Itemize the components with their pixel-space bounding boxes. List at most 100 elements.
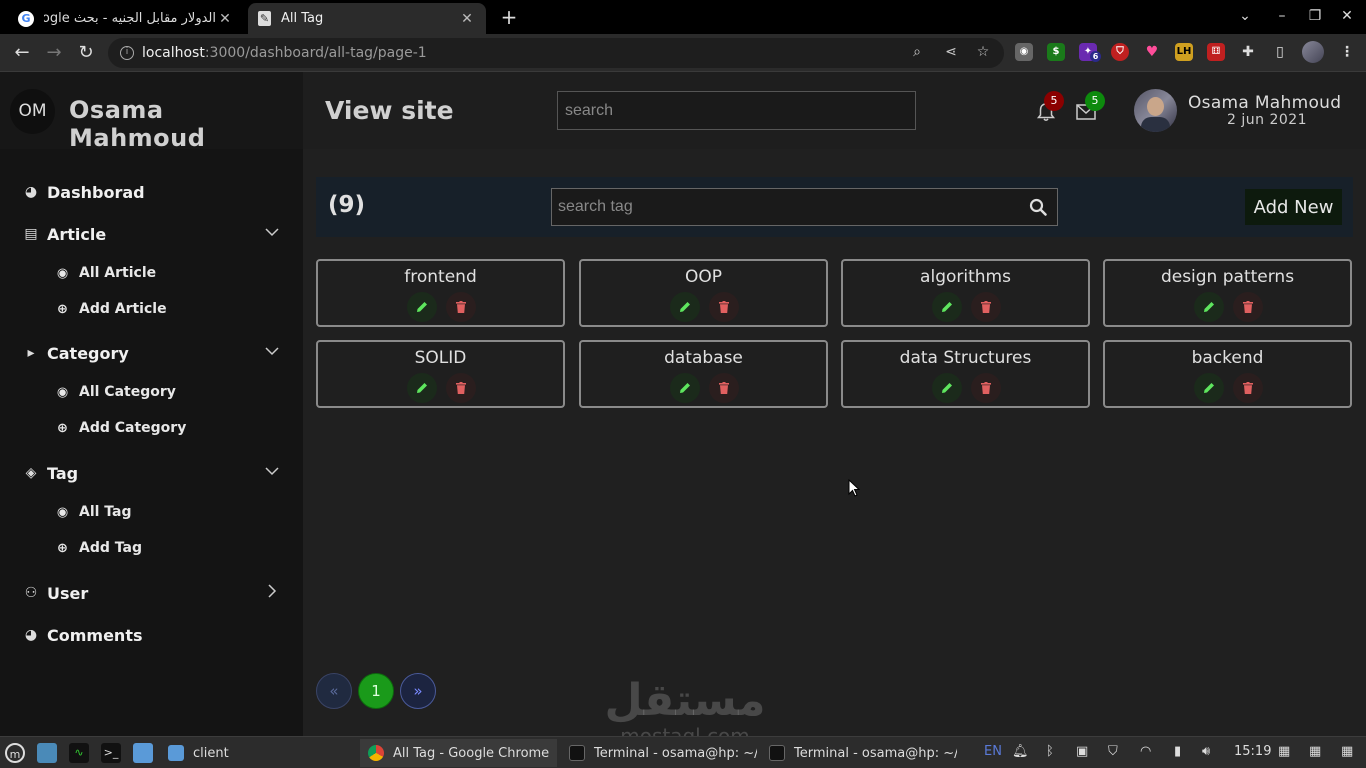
taskbar-task-chrome[interactable]: All Tag - Google Chrome (360, 739, 557, 767)
close-icon[interactable]: ✕ (458, 11, 476, 27)
workspace-grid-icon[interactable]: ▦ (1341, 744, 1353, 759)
delete-tag-button[interactable] (709, 292, 739, 322)
plus-circle-icon: ⊕ (57, 420, 68, 436)
tab-search-icon[interactable]: ⌄ (1235, 8, 1255, 24)
sidebar-item-tag[interactable]: ◈ Tag (22, 459, 292, 487)
sidebar-subitem-add-article[interactable]: ⊕ Add Article (55, 297, 275, 321)
edit-tag-button[interactable] (1194, 373, 1224, 403)
menu-dots-icon[interactable]: ⋮ (1338, 43, 1356, 61)
shield-icon[interactable]: ⛉ (1108, 744, 1118, 759)
delete-tag-button[interactable] (971, 373, 1001, 403)
apps-grid-icon[interactable]: ▦ (1309, 744, 1321, 759)
notification-bell-icon[interactable]: 🔔︎ (1012, 744, 1029, 759)
calendar-icon[interactable]: ▦ (1278, 744, 1290, 759)
battery-icon[interactable]: ▮ (1174, 744, 1181, 759)
delete-tag-button[interactable] (446, 292, 476, 322)
sidebar-item-category[interactable]: ▸ Category (22, 339, 292, 367)
bookmark-star-icon[interactable]: ☆ (974, 44, 992, 62)
camera-extension-icon[interactable]: ◉ (1015, 43, 1033, 61)
tab-all-tag[interactable]: ✎ All Tag ✕ (248, 3, 486, 34)
delete-tag-button[interactable] (709, 373, 739, 403)
mouse-cursor-icon (848, 479, 860, 497)
tag-card: algorithms (841, 259, 1090, 327)
edit-tag-button[interactable] (670, 373, 700, 403)
folder-icon[interactable] (133, 743, 153, 763)
add-new-button[interactable]: Add New (1245, 189, 1342, 225)
taskbar-task-client[interactable]: client (160, 739, 356, 767)
extensions-puzzle-icon[interactable]: ✚ (1239, 43, 1257, 61)
volume-icon[interactable]: 🔊︎ (1202, 744, 1210, 759)
pencil-icon (417, 383, 427, 393)
chrome-icon (368, 745, 384, 761)
minimize-icon[interactable]: – (1272, 8, 1292, 24)
pagination-page-button[interactable]: 1 (358, 673, 394, 709)
dollar-extension-icon[interactable]: $ (1047, 43, 1065, 61)
delete-tag-button[interactable] (971, 292, 1001, 322)
shield-extension-icon[interactable]: ⛉ (1111, 43, 1129, 61)
chevron-down-icon[interactable] (264, 224, 280, 240)
forward-icon[interactable]: → (42, 41, 66, 65)
maximize-icon[interactable]: ❐ (1305, 8, 1325, 24)
puzzle-extension-icon[interactable]: ✦ 6 (1079, 43, 1101, 62)
clock[interactable]: 15:19 (1234, 744, 1271, 759)
clipboard-icon[interactable]: ▣ (1076, 744, 1088, 759)
terminal-icon[interactable]: >_ (101, 743, 121, 763)
sidebar-subitem-all-tag[interactable]: ◉ All Tag (55, 500, 275, 524)
close-icon[interactable]: ✕ (216, 11, 234, 27)
zoom-icon[interactable]: ⌕ (908, 44, 926, 62)
edit-tag-button[interactable] (407, 292, 437, 322)
search-input[interactable] (557, 91, 916, 130)
pagination-prev-button[interactable]: « (316, 673, 352, 709)
sidebar-item-comments[interactable]: ◕ Comments (22, 621, 292, 649)
sidebar-subitem-all-article[interactable]: ◉ All Article (55, 261, 275, 285)
edit-tag-button[interactable] (670, 292, 700, 322)
show-desktop-icon[interactable] (37, 743, 57, 763)
pagination-next-button[interactable]: » (400, 673, 436, 709)
dice-extension-icon[interactable]: ⚅ (1207, 43, 1225, 61)
reload-icon[interactable]: ↻ (74, 41, 98, 65)
system-monitor-icon[interactable]: ∿ (69, 743, 89, 763)
notifications-badge: 5 (1044, 91, 1064, 111)
sidebar-subitem-add-category[interactable]: ⊕ Add Category (55, 416, 275, 440)
side-panel-icon[interactable]: ▯ (1271, 43, 1289, 61)
back-icon[interactable]: ← (10, 41, 34, 65)
chevron-down-icon[interactable] (264, 343, 280, 359)
chevron-down-icon[interactable] (264, 463, 280, 479)
gauge-icon: ◕ (24, 184, 38, 200)
tab-google-search[interactable]: G الدولار مقابل الجنيه - بحث Google ✕ (8, 3, 244, 34)
chevron-right-icon[interactable] (264, 583, 280, 599)
delete-tag-button[interactable] (1233, 292, 1263, 322)
keyboard-layout[interactable]: EN (984, 744, 1002, 759)
edit-tag-button[interactable] (932, 373, 962, 403)
tag-search-input[interactable] (551, 188, 1058, 226)
delete-tag-button[interactable] (446, 373, 476, 403)
edit-tag-button[interactable] (407, 373, 437, 403)
view-site-link[interactable]: View site (325, 96, 454, 125)
new-tab-button[interactable]: + (498, 6, 520, 28)
edit-tag-button[interactable] (1194, 292, 1224, 322)
taskbar-task-terminal-2[interactable]: Terminal - osama@hp: ~/... (761, 739, 957, 767)
bluetooth-icon[interactable]: ᛒ (1046, 744, 1054, 759)
wifi-icon[interactable]: ◠ (1140, 744, 1151, 759)
share-icon[interactable]: ⋖ (942, 44, 960, 62)
address-bar[interactable]: i localhost:3000/dashboard/all-tag/page-… (108, 38, 1004, 68)
close-window-icon[interactable]: ✕ (1337, 8, 1357, 24)
taskbar-task-terminal-1[interactable]: Terminal - osama@hp: ~/... (561, 739, 757, 767)
heart-extension-icon[interactable]: ♥ (1143, 43, 1161, 61)
sidebar-subitem-add-tag[interactable]: ⊕ Add Tag (55, 536, 275, 560)
search-icon[interactable] (1029, 198, 1047, 216)
sidebar-item-dashboard[interactable]: ◕ Dashborad (22, 178, 292, 206)
start-menu-icon[interactable]: m (5, 743, 25, 763)
delete-tag-button[interactable] (1233, 373, 1263, 403)
profile-avatar[interactable] (1302, 41, 1324, 63)
info-icon[interactable]: i (120, 46, 134, 60)
lighthouse-extension-icon[interactable]: LH (1175, 43, 1193, 61)
sidebar-subitem-all-category[interactable]: ◉ All Category (55, 380, 275, 404)
edit-tag-button[interactable] (932, 292, 962, 322)
tag-card: design patterns (1103, 259, 1352, 327)
avatar[interactable] (1134, 89, 1177, 132)
sidebar-item-article[interactable]: ▤ Article (22, 220, 292, 248)
tag-name: frontend (404, 267, 477, 287)
pencil-icon (1204, 383, 1214, 393)
sidebar-item-user[interactable]: ⚇ User (22, 579, 292, 607)
